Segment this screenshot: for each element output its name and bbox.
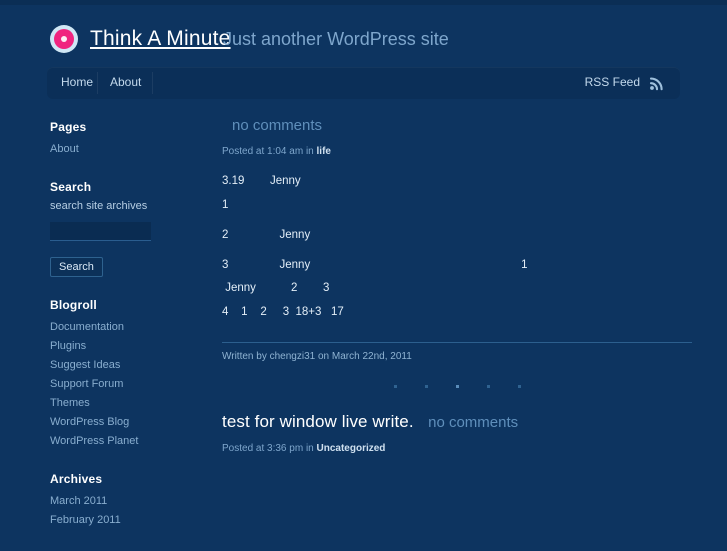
site-description: Just another WordPress site [223,29,449,49]
sidebar-heading-search: Search [50,180,92,194]
post-divider [222,342,692,343]
sidebar-item-documentation[interactable]: Documentation [50,318,200,337]
post-date: March 22nd, 2011 [331,351,412,362]
sidebar-heading-archives: Archives [50,472,103,486]
post-body-line: Jenny 2 3 [222,282,330,294]
site-title[interactable]: Think A Minute [90,27,231,51]
sidebar-item-wordpress-planet[interactable]: WordPress Planet [50,432,200,451]
sidebar-item-march-2011[interactable]: March 2011 [50,492,200,511]
sidebar-item-wordpress-blog[interactable]: WordPress Blog [50,413,200,432]
sidebar-item-support-forum[interactable]: Support Forum [50,375,200,394]
sidebar: Pages About Search search site archives … [50,120,200,551]
nav-divider [97,72,98,94]
separator-dot [424,385,428,389]
search-input[interactable] [50,222,151,241]
post-meta: Posted at 3:36 pm in Uncategorized [222,443,692,454]
sidebar-item-about[interactable]: About [50,140,200,159]
nav-item-about[interactable]: About [110,75,141,89]
post-meta-prefix: Posted at 1:04 am in [222,146,317,157]
sidebar-item-suggest-ideas[interactable]: Suggest Ideas [50,356,200,375]
post-footer: Written by chengzi31 on March 22nd, 2011 [222,351,692,362]
separator-dot [517,385,521,389]
sidebar-heading-blogroll: Blogroll [50,298,97,312]
sidebar-section-search: Search search site archives Search [50,180,200,277]
separator-dot [455,385,459,389]
site-header: Think A Minute Just another WordPress si… [0,5,727,60]
post-comments-link[interactable]: no comments [428,414,518,431]
post-category-link[interactable]: Uncategorized [317,443,386,454]
post-category-link[interactable]: life [317,146,331,157]
separator-dot [393,385,397,389]
sidebar-section-pages: Pages About [50,120,200,159]
circle-target-icon[interactable] [50,25,78,53]
post-body-line: 1 [222,199,229,211]
sidebar-section-blogroll: Blogroll Documentation Plugins Suggest I… [50,298,200,451]
post-comments-link[interactable]: no comments [232,117,322,134]
post-meta-prefix: Posted at 3:36 pm in [222,443,317,454]
post-body-line: 2 Jenny [222,229,311,241]
post-body-line: 3.19 Jenny [222,175,301,187]
decorative-dot-separator [222,378,692,389]
main-content: no comments Posted at 1:04 am in life 3.… [222,113,692,454]
post-body: 3.19 Jenny 1 2 Jenny 3 Jenny 1 Jenny 2 3 4 1… [222,173,692,328]
page-root: Think A Minute Just another WordPress si… [0,0,727,545]
search-label: search site archives [50,200,148,212]
post-footer-middle: on [315,351,332,362]
post-item: test for window live write. no comments … [222,410,692,454]
post-footer-prefix: Written by [222,351,270,362]
separator-dot [486,385,490,389]
nav-item-home[interactable]: Home [61,75,93,89]
sidebar-item-february-2011[interactable]: February 2011 [50,511,200,530]
post-meta: Posted at 1:04 am in life [222,146,692,157]
post-item: no comments Posted at 1:04 am in life 3.… [222,113,692,389]
sidebar-section-archives: Archives March 2011 February 2011 [50,472,200,530]
post-header: test for window live write. no comments [222,410,692,435]
rss-icon[interactable] [648,74,666,92]
sidebar-item-plugins[interactable]: Plugins [50,337,200,356]
post-body-line: 4 1 2 3 18+3 17 [222,306,344,318]
rss-feed-link[interactable]: RSS Feed [585,75,640,89]
post-title[interactable]: test for window live write. [222,412,414,431]
main-navigation: Home About RSS Feed [47,67,680,99]
nav-divider [152,72,153,94]
post-author-link[interactable]: chengzi31 [270,351,316,362]
search-button[interactable]: Search [50,257,103,277]
post-header: no comments [222,113,692,138]
sidebar-heading-pages: Pages [50,120,87,134]
post-body-line: 3 Jenny 1 [222,259,528,271]
sidebar-item-themes[interactable]: Themes [50,394,200,413]
